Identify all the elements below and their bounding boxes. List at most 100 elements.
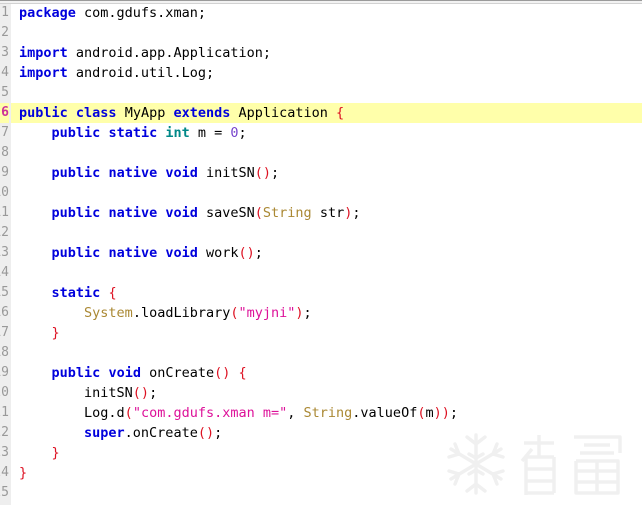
line-number[interactable]: 2 bbox=[0, 23, 9, 43]
code-line[interactable]: super.onCreate(); bbox=[11, 423, 642, 443]
token-plain: com.gdufs.xman; bbox=[75, 5, 206, 21]
token-plain: .loadLibrary bbox=[132, 305, 231, 321]
line-number[interactable]: 22 bbox=[0, 423, 9, 443]
line-number[interactable]: 23 bbox=[0, 443, 9, 463]
token-plain: Log.d bbox=[19, 405, 125, 421]
token-kw: package bbox=[19, 5, 76, 21]
token-punct: { bbox=[336, 105, 345, 121]
code-line[interactable]: initSN(); bbox=[11, 383, 642, 403]
token-punct: } bbox=[19, 465, 28, 481]
token-plain: m bbox=[425, 405, 434, 421]
token-kw: native bbox=[108, 165, 158, 181]
token-punct: ( bbox=[124, 405, 133, 421]
code-line-text: public void onCreate() { bbox=[11, 363, 247, 383]
token-kw: import bbox=[19, 65, 68, 81]
token-str: "com.gdufs.xman m=" bbox=[132, 405, 288, 421]
code-line[interactable]: public void onCreate() { bbox=[11, 363, 642, 383]
code-line[interactable] bbox=[11, 23, 642, 43]
code-line[interactable] bbox=[11, 223, 642, 243]
token-kw: static bbox=[108, 125, 158, 141]
code-line[interactable] bbox=[11, 183, 642, 203]
code-line-text: initSN(); bbox=[11, 383, 157, 403]
code-line[interactable]: static { bbox=[11, 283, 642, 303]
code-line[interactable]: public native void work(); bbox=[11, 243, 642, 263]
line-number[interactable]: 1 bbox=[0, 4, 9, 23]
token-punct: { bbox=[108, 285, 117, 301]
code-line-text: package com.gdufs.xman; bbox=[11, 4, 206, 23]
code-line[interactable]: } bbox=[11, 323, 642, 343]
code-line[interactable]: } bbox=[11, 443, 642, 463]
code-line[interactable]: Log.d("com.gdufs.xman m=", String.valueO… bbox=[11, 403, 642, 423]
token-punct: ( bbox=[230, 305, 239, 321]
line-number[interactable]: 14 bbox=[0, 263, 9, 283]
line-number[interactable]: 9 bbox=[0, 163, 9, 183]
line-number[interactable]: 24 bbox=[0, 463, 9, 483]
token-str: "myjni" bbox=[238, 305, 296, 321]
token-plain: str bbox=[311, 205, 345, 221]
code-line[interactable]: import android.util.Log; bbox=[11, 63, 642, 83]
line-number[interactable]: 3 bbox=[0, 43, 9, 63]
code-line[interactable]: } bbox=[11, 463, 642, 483]
code-line-text: } bbox=[11, 443, 60, 463]
code-line[interactable]: package com.gdufs.xman; bbox=[11, 4, 642, 23]
token-plain: , bbox=[287, 405, 304, 421]
token-plain: android.app.Application; bbox=[67, 45, 271, 61]
token-cls: String bbox=[303, 405, 353, 421]
token-punct: } bbox=[51, 325, 60, 341]
line-number[interactable]: 16 bbox=[0, 303, 9, 323]
code-line[interactable] bbox=[11, 263, 642, 283]
token-plain: .onCreate bbox=[124, 425, 198, 441]
line-number[interactable]: 25 bbox=[0, 483, 9, 503]
line-number[interactable]: 15 bbox=[0, 283, 9, 303]
code-text-area[interactable]: package com.gdufs.xman; import android.a… bbox=[11, 4, 642, 505]
line-number[interactable]: 6 bbox=[0, 103, 9, 123]
code-line[interactable] bbox=[11, 83, 642, 103]
code-line[interactable] bbox=[11, 483, 642, 503]
code-line[interactable] bbox=[11, 143, 642, 163]
line-number[interactable]: 11 bbox=[0, 203, 9, 223]
token-kw: public bbox=[51, 165, 101, 181]
code-line[interactable]: System.loadLibrary("myjni"); bbox=[11, 303, 642, 323]
line-number[interactable]: 17 bbox=[0, 323, 9, 343]
token-plain: work bbox=[197, 245, 239, 261]
token-kw: public bbox=[19, 105, 68, 121]
token-punct: () bbox=[238, 245, 255, 261]
code-line-text: super.onCreate(); bbox=[11, 423, 222, 443]
code-line[interactable]: public static int m = 0; bbox=[11, 123, 642, 143]
line-number[interactable]: 13 bbox=[0, 243, 9, 263]
line-number[interactable]: 5 bbox=[0, 83, 9, 103]
code-line[interactable]: public native void saveSN(String str); bbox=[11, 203, 642, 223]
line-number[interactable]: 19 bbox=[0, 363, 9, 383]
token-plain: ; bbox=[449, 405, 459, 421]
line-number[interactable]: 12 bbox=[0, 223, 9, 243]
line-number[interactable]: 20 bbox=[0, 383, 9, 403]
code-line-text: public native void initSN(); bbox=[11, 163, 280, 183]
token-plain: initSN bbox=[19, 385, 133, 401]
code-line[interactable] bbox=[11, 343, 642, 363]
line-number[interactable]: 10 bbox=[0, 183, 9, 203]
line-number[interactable]: 18 bbox=[0, 343, 9, 363]
code-line[interactable]: import android.app.Application; bbox=[11, 43, 642, 63]
code-line-text: public native void work(); bbox=[11, 243, 263, 263]
token-punct: () bbox=[254, 165, 272, 181]
line-number[interactable]: 4 bbox=[0, 63, 9, 83]
token-plain: m = bbox=[189, 125, 231, 141]
token-plain: ; bbox=[149, 385, 158, 401]
line-number[interactable]: 7 bbox=[0, 123, 9, 143]
line-number[interactable]: 8 bbox=[0, 143, 9, 163]
code-line[interactable]: public native void initSN(); bbox=[11, 163, 642, 183]
token-kw: native bbox=[108, 245, 158, 261]
code-line-text: import android.app.Application; bbox=[11, 43, 271, 63]
line-number[interactable]: 21 bbox=[0, 403, 9, 423]
line-number-gutter[interactable]: 1234567891011121314151617181920212223242… bbox=[0, 4, 11, 505]
code-line-current[interactable]: public class MyApp extends Application { bbox=[11, 103, 642, 123]
token-kw: void bbox=[165, 165, 198, 181]
token-kw: void bbox=[165, 245, 198, 261]
